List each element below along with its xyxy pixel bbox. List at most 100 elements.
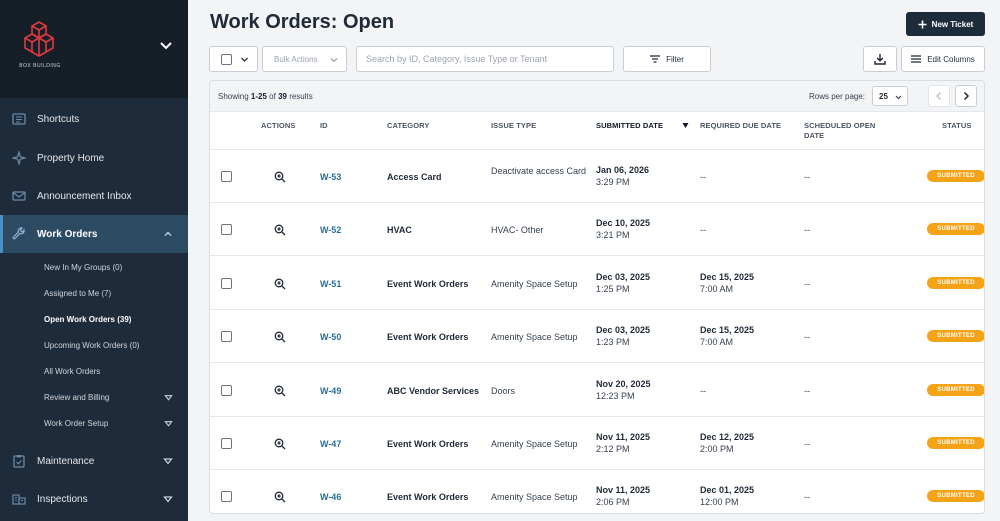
caret-down-icon[interactable]	[163, 494, 173, 504]
table-row[interactable]: W-50 Event Work Orders Amenity Space Setup…	[210, 310, 984, 364]
work-order-id-link[interactable]: W-49	[320, 385, 341, 397]
search-input[interactable]: Search by ID, Category, Issue Type or Te…	[356, 46, 614, 72]
category-cell: ABC Vendor Services	[387, 385, 480, 396]
zoom-in-icon[interactable]	[274, 224, 286, 236]
table-row[interactable]: W-46 Event Work Orders Amenity Space Setup…	[210, 470, 984, 513]
row-checkbox[interactable]	[221, 491, 232, 503]
zoom-in-icon[interactable]	[274, 385, 286, 397]
table-row[interactable]: W-52 HVAC HVAC- Other Dec 10, 2025 3:21 PM --…	[210, 203, 984, 257]
work-order-id-link[interactable]: W-52	[320, 224, 341, 236]
table-row[interactable]: W-51 Event Work Orders Amenity Space Setup…	[210, 257, 984, 310]
nav-work-orders[interactable]: Work Orders	[0, 215, 188, 253]
select-all-checkbox[interactable]	[221, 53, 232, 65]
row-checkbox[interactable]	[221, 384, 232, 396]
due-time: 7:00 AM	[700, 283, 734, 294]
work-order-id-link[interactable]: W-53	[320, 171, 341, 183]
zoom-in-icon[interactable]	[274, 171, 286, 183]
subnav-open-work-orders[interactable]: Open Work Orders (39)	[0, 306, 188, 332]
table-row[interactable]: W-47 Event Work Orders Amenity Space Setup…	[210, 417, 984, 470]
subnav-label: Review and Billing	[44, 392, 110, 402]
submitted-date-cell: Dec 03, 2025 1:25 PM	[596, 271, 650, 295]
col-scheduled-open-date[interactable]: SCHEDULED OPEN DATE	[804, 121, 888, 141]
col-status[interactable]: STATUS	[942, 121, 972, 131]
issue-type-cell: Deactivate access Card	[491, 166, 587, 176]
due-date: Dec 15, 2025	[700, 271, 755, 282]
brand-header[interactable]: BOX BUILDING	[0, 0, 188, 98]
col-submitted-date[interactable]: SUBMITTED DATE	[596, 121, 663, 131]
caret-down-icon[interactable]	[164, 393, 173, 402]
due-date: Dec 12, 2025	[700, 432, 755, 442]
col-required-due-date[interactable]: REQUIRED DUE DATE	[700, 121, 781, 131]
work-order-id-link[interactable]: W-51	[320, 278, 341, 290]
rows-per-page-label: Rows per page:	[809, 92, 866, 101]
previous-page-button[interactable]	[928, 85, 950, 107]
zoom-in-icon[interactable]	[274, 278, 286, 290]
issue-type-cell: Amenity Space Setup	[491, 439, 578, 449]
submitted-date-cell: Dec 03, 2025 1:23 PM	[596, 324, 650, 348]
sidebar: BOX BUILDING Shortcuts Property Home Ann…	[0, 0, 188, 521]
table-row[interactable]: W-49 ABC Vendor Services Doors Nov 20, 2025…	[210, 364, 984, 417]
issue-type-cell: HVAC- Other	[491, 225, 544, 236]
next-page-button[interactable]	[955, 85, 977, 107]
row-checkbox[interactable]	[221, 171, 232, 182]
showing-suffix: results	[286, 92, 313, 101]
caret-down-icon[interactable]	[164, 419, 173, 428]
filter-button[interactable]: Filter	[623, 46, 711, 72]
work-orders-table: Showing 1-25 of 39 results Rows per page…	[209, 80, 985, 514]
col-id[interactable]: ID	[320, 121, 328, 131]
nav-announcement-inbox[interactable]: Announcement Inbox	[0, 177, 188, 215]
bulk-actions-dropdown[interactable]: Bulk Actions	[262, 46, 347, 72]
subnav-label: Upcoming Work Orders (0)	[44, 340, 140, 350]
table-row[interactable]: W-53 Access Card Deactivate access Card Jan…	[210, 150, 984, 203]
caret-down-icon[interactable]	[163, 456, 173, 466]
category-cell: Event Work Orders	[387, 332, 469, 343]
work-order-id-link[interactable]: W-47	[320, 438, 341, 450]
category-cell: HVAC	[387, 225, 412, 236]
edit-columns-button[interactable]: Edit Columns	[901, 46, 985, 72]
property-home-icon	[12, 151, 26, 165]
subnav-work-order-setup[interactable]: Work Order Setup	[0, 410, 188, 436]
col-issue-type[interactable]: ISSUE TYPE	[491, 121, 536, 131]
row-checkbox[interactable]	[221, 277, 232, 289]
submitted-date-cell: Nov 11, 2025 2:06 PM	[596, 484, 650, 508]
row-checkbox[interactable]	[221, 224, 232, 236]
subnav-upcoming-work-orders[interactable]: Upcoming Work Orders (0)	[0, 332, 188, 358]
nav-shortcuts[interactable]: Shortcuts	[0, 100, 188, 138]
zoom-in-icon[interactable]	[274, 331, 286, 343]
chevron-down-icon[interactable]	[158, 38, 174, 54]
shortcuts-icon	[12, 113, 26, 125]
col-category[interactable]: CATEGORY	[387, 121, 429, 131]
results-count: Showing 1-25 of 39 results	[218, 92, 313, 101]
scheduled-open-date-cell: --	[804, 332, 810, 343]
subnav-label: Work Order Setup	[44, 418, 109, 428]
subnav-all-work-orders[interactable]: All Work Orders	[0, 358, 188, 384]
work-order-id-link[interactable]: W-50	[320, 331, 341, 343]
scheduled-open-date-cell: --	[804, 439, 810, 449]
subnav-review-and-billing[interactable]: Review and Billing	[0, 384, 188, 410]
download-button[interactable]	[863, 46, 897, 72]
new-ticket-button[interactable]: New Ticket	[906, 12, 985, 36]
zoom-in-icon[interactable]	[274, 491, 286, 503]
work-order-id-link[interactable]: W-46	[320, 491, 341, 503]
sort-descending-icon[interactable]	[682, 122, 689, 129]
category-cell: Event Work Orders	[387, 278, 469, 289]
page-title: Work Orders: Open	[210, 11, 395, 33]
nav-property-home[interactable]: Property Home	[0, 139, 188, 177]
chevron-left-icon	[935, 91, 942, 101]
submitted-date-cell: Jan 06, 2026 3:29 PM	[596, 164, 649, 188]
rows-per-page-select[interactable]: 25	[872, 86, 908, 106]
select-all-dropdown[interactable]	[209, 46, 258, 72]
zoom-in-icon[interactable]	[274, 438, 286, 450]
nav-inspections[interactable]: Inspections	[0, 480, 188, 518]
row-checkbox[interactable]	[221, 331, 232, 343]
subnav-assigned-to-me[interactable]: Assigned to Me (7)	[0, 280, 188, 306]
subnav-new-in-my-groups[interactable]: New In My Groups (0)	[0, 254, 188, 280]
list-icon	[911, 55, 922, 63]
row-checkbox[interactable]	[221, 438, 232, 449]
submitted-date: Nov 11, 2025	[596, 432, 651, 442]
nav-maintenance[interactable]: Maintenance	[0, 442, 188, 480]
submitted-time: 12:23 PM	[596, 390, 635, 401]
nav-label: Property Home	[37, 152, 105, 164]
chevron-up-icon[interactable]	[163, 229, 173, 239]
status-badge: SUBMITTED	[927, 170, 984, 182]
